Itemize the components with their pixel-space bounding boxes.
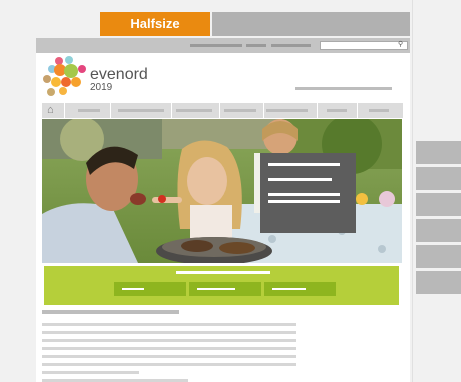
header-text-placeholder <box>295 87 392 90</box>
side-panel-item[interactable] <box>416 141 461 164</box>
content-text-line <box>42 339 296 342</box>
brand-year: 2019 <box>90 82 113 93</box>
overlay-text <box>268 178 332 181</box>
divider <box>64 103 65 118</box>
divider <box>263 103 264 118</box>
search-input[interactable] <box>320 41 408 50</box>
content-text-line <box>42 371 139 374</box>
side-panel-item[interactable] <box>416 271 461 294</box>
content-text-line <box>42 323 296 326</box>
divider <box>110 103 111 118</box>
overlay-text <box>268 193 340 196</box>
nav-item[interactable] <box>118 109 164 112</box>
content-heading <box>42 310 179 314</box>
fullsize-tab[interactable] <box>212 12 410 36</box>
nav-item[interactable] <box>78 109 100 112</box>
content-text-line <box>42 355 296 358</box>
band-heading <box>176 271 270 274</box>
search-icon[interactable]: ⚲ <box>398 40 403 50</box>
band-button-label <box>197 288 235 290</box>
side-panel-item[interactable] <box>416 219 461 242</box>
nav-item[interactable] <box>369 109 389 112</box>
utility-link[interactable] <box>246 44 266 47</box>
side-panel-item[interactable] <box>416 193 461 216</box>
divider <box>317 103 318 118</box>
content-text-line <box>42 347 296 350</box>
content-text-line <box>42 331 296 334</box>
logo-icon <box>43 56 86 96</box>
utility-link[interactable] <box>190 44 242 47</box>
divider <box>412 0 413 382</box>
divider <box>171 103 172 118</box>
content-text-line <box>42 363 296 366</box>
nav-item[interactable] <box>176 109 212 112</box>
overlay-heading <box>268 163 340 166</box>
nav-item[interactable] <box>327 109 347 112</box>
utility-link[interactable] <box>271 44 311 47</box>
divider <box>357 103 358 118</box>
nav-item[interactable] <box>224 109 256 112</box>
divider <box>219 103 220 118</box>
overlay-text <box>268 200 340 203</box>
side-panel-item[interactable] <box>416 167 461 190</box>
band-button-label <box>272 288 306 290</box>
band-button-label <box>122 288 144 290</box>
side-panel-item[interactable] <box>416 245 461 268</box>
halfsize-tab[interactable]: Halfsize <box>100 12 210 36</box>
nav-item[interactable] <box>266 109 308 112</box>
home-icon[interactable]: ⌂ <box>47 104 54 117</box>
brand-name: evenord <box>90 66 148 83</box>
